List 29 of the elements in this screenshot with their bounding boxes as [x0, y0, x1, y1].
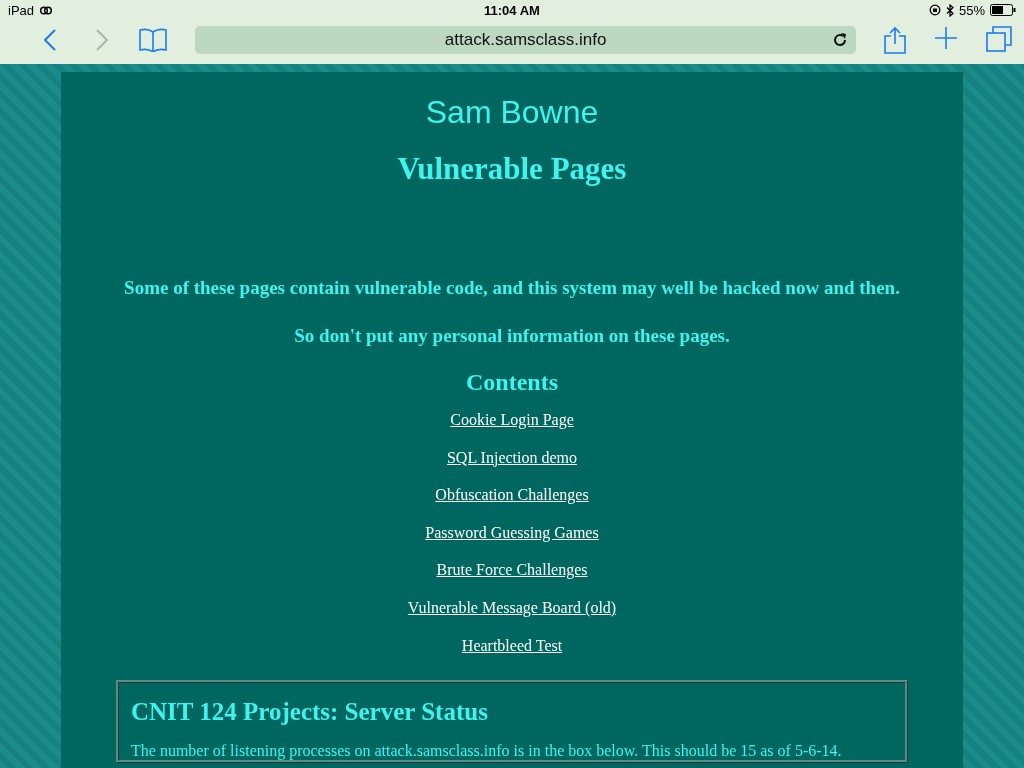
box-title: CNIT 124 Projects: Server Status [131, 698, 489, 727]
reload-icon[interactable] [832, 32, 848, 48]
battery-icon [990, 4, 1016, 16]
page-link[interactable]: Brute Force Challenges [436, 560, 588, 581]
device-name: iPad [8, 2, 35, 18]
book-icon[interactable] [139, 28, 168, 52]
plus-icon[interactable] [934, 26, 958, 50]
page-link[interactable]: Heartbleed Test [461, 635, 563, 656]
site-title: Sam Bowne [425, 94, 599, 131]
contents-heading: Contents [466, 369, 558, 396]
warning-text: So don't put any personal information on these pages. [294, 325, 730, 347]
warning-text: Some of these pages contain vulnerable code, and this system may well be hacked now and then. [124, 277, 900, 299]
forward-icon[interactable] [95, 29, 108, 51]
clock-time: 11:04 AM [484, 2, 540, 18]
battery-percentage: 55% [958, 2, 985, 18]
box-text: The number of listening processes on attack.samsclass.info is in the box below. This should be 15 as of 5-6-14. [131, 742, 843, 761]
page-heading: Vulnerable Pages [397, 151, 627, 187]
address-bar[interactable]: attack.samsclass.info [195, 26, 856, 54]
page-link[interactable]: Password Guessing Games [425, 522, 599, 543]
share-icon[interactable] [884, 26, 906, 54]
page-link[interactable]: Obfuscation Challenges [435, 485, 589, 506]
back-icon[interactable] [43, 29, 56, 51]
page-link[interactable]: Cookie Login Page [450, 410, 574, 430]
bluetooth-icon [945, 3, 954, 17]
tabs-icon[interactable] [986, 26, 1012, 52]
page-link[interactable]: Vulnerable Message Board (old) [407, 597, 617, 618]
link-icon [39, 5, 54, 15]
page-link[interactable]: SQL Injection demo [446, 447, 577, 468]
rotation-lock-icon [928, 4, 941, 16]
